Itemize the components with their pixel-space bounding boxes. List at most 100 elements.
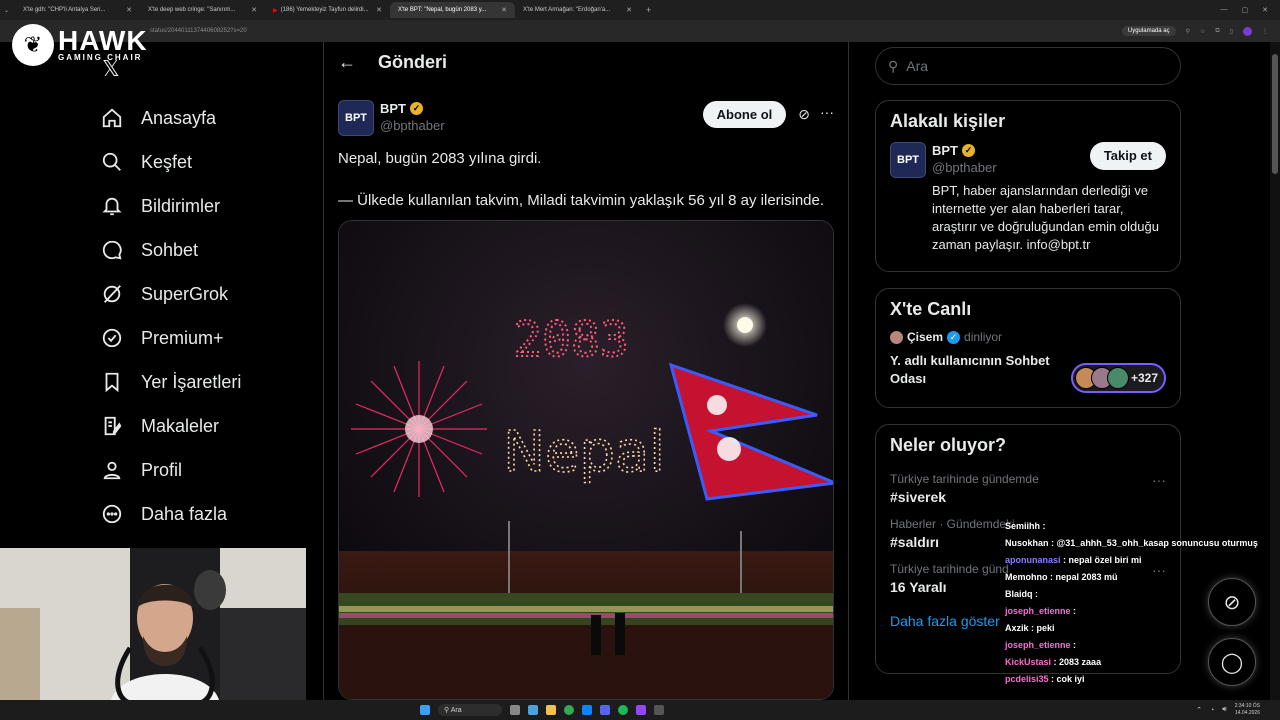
chat-message: Nusokhan : @31_ahhh_53_ohh_kasap sonuncu… bbox=[1005, 538, 1258, 548]
sidebar-item-bookmarks[interactable]: Yer İşaretleri bbox=[100, 360, 241, 404]
sidebar-item-explore[interactable]: Keşfet bbox=[100, 140, 241, 184]
listeners-pill[interactable]: +327 bbox=[1070, 363, 1166, 393]
author-handle[interactable]: @bpthaber bbox=[380, 117, 445, 134]
clock[interactable]: 2:34:10 ÖS 14.04.2026 bbox=[1235, 703, 1260, 717]
related-name[interactable]: BPT bbox=[932, 142, 958, 159]
follow-button[interactable]: Takip et bbox=[1089, 142, 1166, 170]
browser-tab-strip: ⌄ X'te gdh: "CHP'li Antalya Seri... ✕ X't… bbox=[0, 0, 1280, 20]
chat-bubble-icon: ◯ bbox=[1220, 651, 1244, 674]
logo-title: HAWK bbox=[58, 24, 148, 56]
tab-search-icon[interactable]: ⌄ bbox=[4, 7, 9, 14]
post-image[interactable]: 2083 Nepal bbox=[338, 220, 834, 700]
spotify-icon[interactable] bbox=[617, 705, 628, 715]
sidebar-icon[interactable]: ▯ bbox=[1230, 28, 1233, 35]
related-handle[interactable]: @bpthaber bbox=[932, 159, 997, 176]
browser-tab[interactable]: ▶ (186) Yemekteyiz Tayfun delirdi... ✕ bbox=[265, 2, 390, 18]
chat-text: peki bbox=[1036, 623, 1055, 633]
more-options-icon[interactable]: ··· bbox=[820, 104, 834, 120]
grok-icon: ⊘ bbox=[1223, 591, 1241, 614]
browser-tab[interactable]: X'te gdh: "CHP'li Antalya Seri... ✕ bbox=[15, 2, 140, 18]
search-input[interactable]: ⚲ Ara bbox=[875, 47, 1181, 85]
profile-avatar-icon[interactable] bbox=[1243, 26, 1252, 36]
close-icon[interactable]: ✕ bbox=[251, 6, 257, 14]
wifi-icon[interactable]: ◔ bbox=[1210, 707, 1214, 714]
discord-icon[interactable] bbox=[599, 705, 610, 715]
volume-icon[interactable]: 🔊︎ bbox=[1222, 706, 1226, 714]
url-text[interactable]: status/2044011137440608252?s=20 bbox=[150, 28, 247, 34]
webcam-overlay bbox=[0, 548, 306, 704]
related-person[interactable]: BPT BPT ✓ @bpthaber Takip et BPT, haber a… bbox=[876, 142, 1180, 254]
grok-icon[interactable]: ⊘ bbox=[798, 106, 810, 123]
image-word-text: Nepal bbox=[503, 420, 665, 485]
close-icon[interactable]: ✕ bbox=[501, 6, 507, 14]
avatar[interactable]: BPT bbox=[338, 100, 374, 136]
app-icon[interactable] bbox=[635, 705, 646, 715]
subscribe-button[interactable]: Abone ol bbox=[702, 101, 787, 128]
open-in-app-button[interactable]: Uygulamada aç bbox=[1121, 26, 1176, 36]
sidebar-item-chat[interactable]: Sohbet bbox=[100, 228, 241, 272]
scrollbar-thumb[interactable] bbox=[1272, 54, 1278, 174]
sidebar-item-home[interactable]: Anasayfa bbox=[100, 96, 241, 140]
host-name: Çisem bbox=[907, 330, 944, 344]
star-icon[interactable]: ☆ bbox=[1200, 28, 1205, 35]
avatar[interactable]: BPT bbox=[890, 142, 926, 178]
trend-item[interactable]: Türkiye tarihinde gündemde #siverek ··· bbox=[876, 466, 1180, 511]
obs-icon[interactable] bbox=[653, 705, 664, 715]
host-status: dinliyor bbox=[964, 330, 1003, 344]
address-bar[interactable]: status/2044011137440608252?s=20 Uygulama… bbox=[0, 20, 1280, 42]
back-arrow-icon[interactable]: ← bbox=[338, 52, 356, 73]
task-view-icon[interactable] bbox=[509, 705, 520, 715]
sidebar-item-articles[interactable]: Makaleler bbox=[100, 404, 241, 448]
tab-title: X'te deep web cringe: "Sanırım... bbox=[148, 7, 236, 13]
tray-chevron-icon[interactable]: ⌃ bbox=[1196, 706, 1202, 714]
start-icon[interactable] bbox=[420, 705, 430, 715]
author-names: BPT ✓ @bpthaber bbox=[380, 100, 445, 134]
grok-floating-button[interactable]: ⊘ bbox=[1208, 578, 1256, 626]
tab-title: X'te gdh: "CHP'li Antalya Seri... bbox=[23, 7, 106, 13]
close-icon[interactable]: ✕ bbox=[126, 6, 132, 14]
scrollbar[interactable] bbox=[1270, 42, 1280, 700]
sidebar-item-profile[interactable]: Profil bbox=[100, 448, 241, 492]
minimize-icon[interactable]: — bbox=[1221, 6, 1228, 14]
close-icon[interactable]: ✕ bbox=[376, 6, 382, 14]
feather-icon: ❦ bbox=[12, 24, 54, 66]
file-explorer-icon[interactable] bbox=[545, 705, 556, 715]
verified-icon bbox=[100, 326, 124, 350]
chat-user: Nusokhan bbox=[1005, 538, 1049, 548]
zoom-icon[interactable]: ⚲ bbox=[1186, 28, 1190, 35]
page-title: Gönderi bbox=[378, 52, 448, 72]
verified-gold-icon: ✓ bbox=[962, 144, 975, 157]
new-tab-icon[interactable]: + bbox=[646, 5, 651, 15]
chrome-icon[interactable] bbox=[563, 705, 574, 715]
browser-tab[interactable]: X'te deep web cringe: "Sanırım... ✕ bbox=[140, 2, 265, 18]
edge-icon[interactable] bbox=[581, 705, 592, 715]
close-window-icon[interactable]: ✕ bbox=[1262, 6, 1268, 14]
browser-tab-active[interactable]: X'te BPT: "Nepal, bugün 2083 y... ✕ bbox=[390, 2, 516, 18]
more-options-icon[interactable]: ··· bbox=[1152, 472, 1166, 488]
messages-floating-button[interactable]: ◯ bbox=[1208, 638, 1256, 686]
taskbar-center: ⚲ Ara bbox=[420, 704, 664, 716]
extensions-icon[interactable]: ⧉ bbox=[1215, 28, 1219, 35]
post-line: Nepal, bugün 2083 yılına girdi. bbox=[338, 150, 542, 167]
sidebar-item-supergrok[interactable]: SuperGrok bbox=[100, 272, 241, 316]
sidebar-item-label: Yer İşaretleri bbox=[141, 371, 242, 392]
trend-context: Türkiye tarihinde gündemde bbox=[890, 472, 1039, 486]
related-bio: BPT, haber ajanslarından derlediği ve in… bbox=[932, 183, 1159, 252]
sidebar-item-notifications[interactable]: Bildirimler bbox=[100, 184, 241, 228]
browser-tab[interactable]: X'te Mert Armağan: "Erdoğan'a... ✕ bbox=[515, 2, 640, 18]
sidebar-item-premium[interactable]: Premium+ bbox=[100, 316, 241, 360]
more-circle-icon bbox=[100, 502, 124, 526]
x-logo-icon[interactable]: 𝕏 bbox=[102, 56, 120, 82]
widgets-icon[interactable] bbox=[527, 705, 538, 715]
close-icon[interactable]: ✕ bbox=[626, 6, 632, 14]
article-icon bbox=[100, 414, 124, 438]
sidebar-item-more[interactable]: Daha fazla bbox=[100, 492, 241, 536]
maximize-icon[interactable]: ▢ bbox=[1242, 6, 1249, 14]
author-name[interactable]: BPT bbox=[380, 100, 406, 117]
chat-user: Blaidq bbox=[1005, 589, 1033, 599]
live-card: X'te Canlı Çisem ✓ dinliyor Y. adlı kull… bbox=[875, 288, 1181, 408]
menu-icon[interactable]: ⋮ bbox=[1262, 28, 1268, 35]
tab-title: X'te BPT: "Nepal, bugün 2083 y... bbox=[398, 7, 487, 13]
sidebar-item-label: SuperGrok bbox=[141, 283, 229, 304]
taskbar-search[interactable]: ⚲ Ara bbox=[438, 704, 502, 716]
